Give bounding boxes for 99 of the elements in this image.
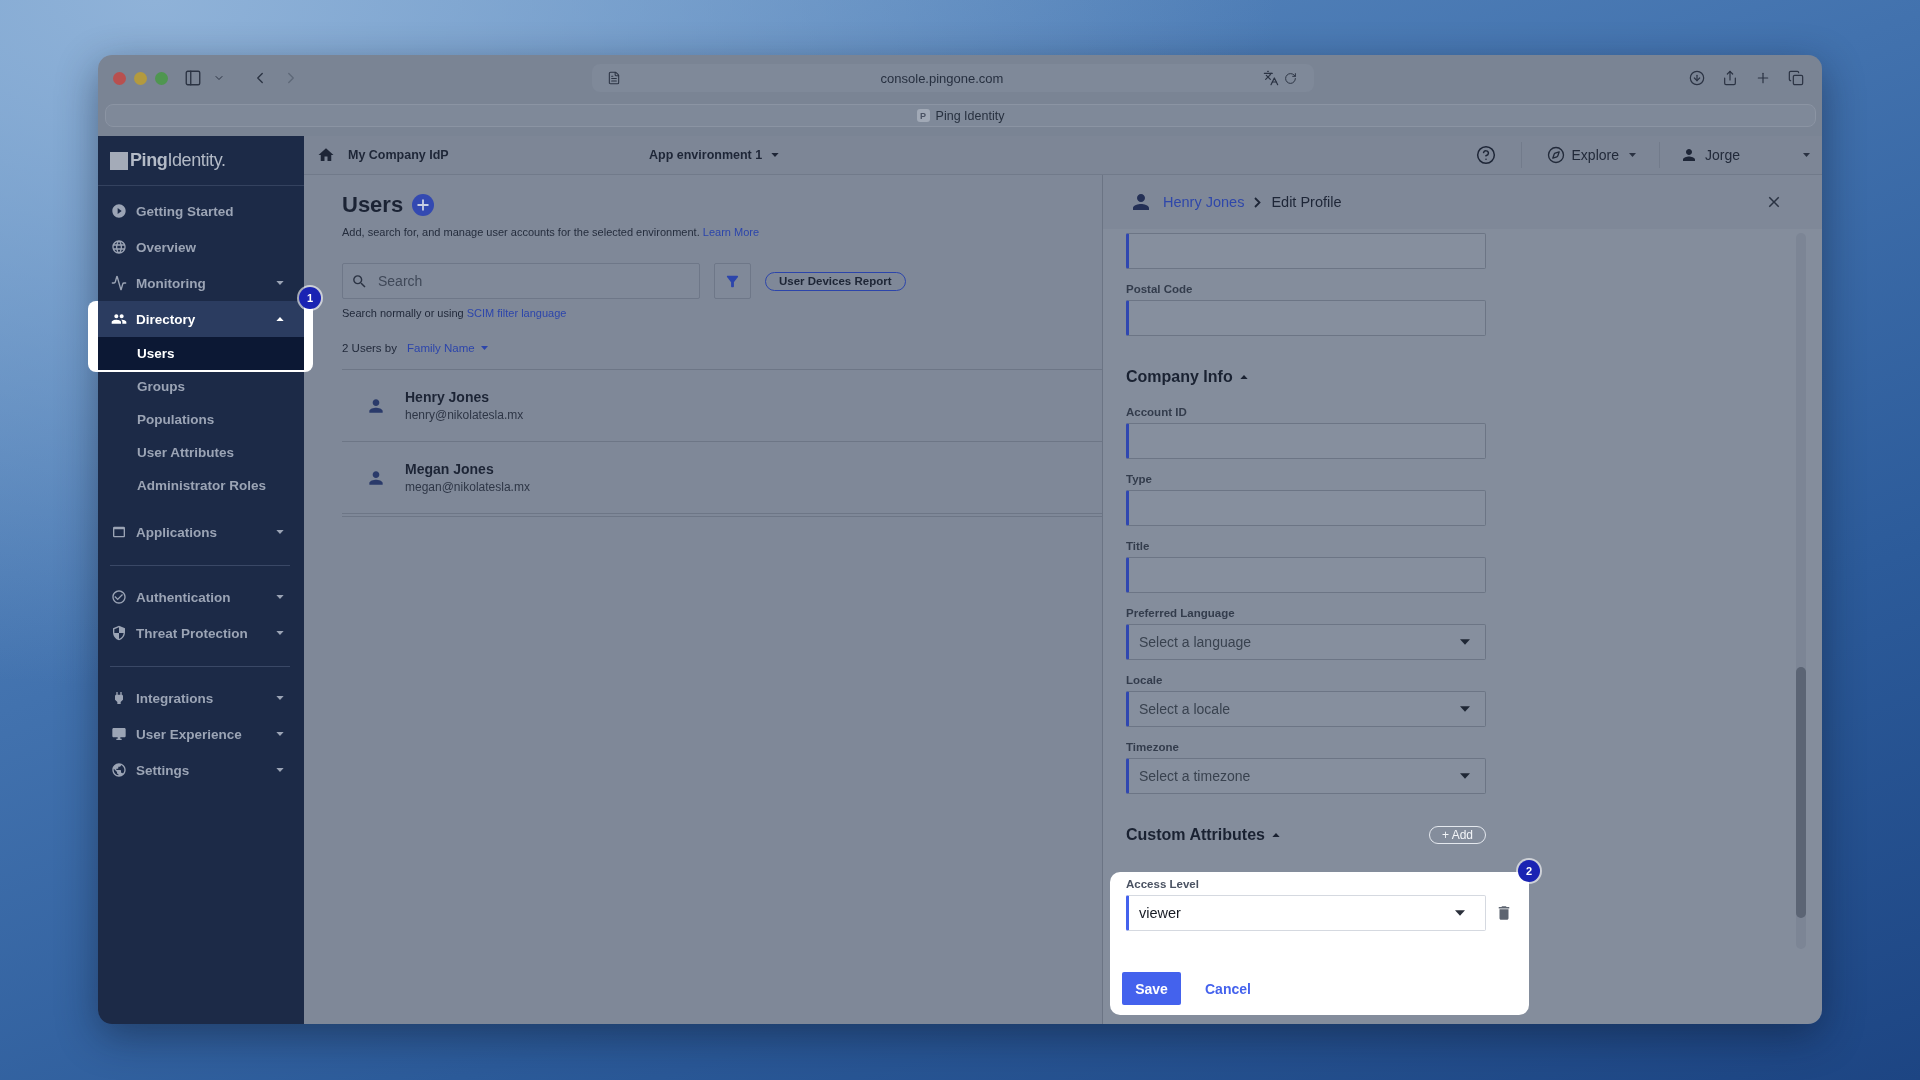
text-field[interactable]: [1126, 423, 1486, 459]
share-icon[interactable]: [1722, 70, 1738, 86]
site-favicon: P: [916, 109, 930, 122]
organization-name: My Company IdP: [348, 148, 449, 162]
nav-item[interactable]: Directory: [98, 301, 304, 337]
caret-down-icon: [1455, 910, 1465, 916]
step-badge: 1: [299, 287, 321, 309]
field-label: Account ID: [1126, 405, 1188, 419]
search-field[interactable]: Search: [342, 263, 700, 299]
field-label: Access Level: [1126, 877, 1200, 891]
page-description: Add, search for, and manage user accounts for the selected environment. Learn More: [342, 225, 761, 239]
field-label: Timezone: [1126, 740, 1180, 754]
plus-icon: [417, 199, 430, 211]
new-tab-icon[interactable]: [1755, 70, 1771, 86]
search-hint: Search normally or using SCIM filter language: [342, 306, 568, 320]
nav-item[interactable]: Integrations: [98, 680, 304, 716]
section-toggle[interactable]: Custom Attributes: [1126, 824, 1280, 846]
nav-item[interactable]: Applications: [98, 514, 304, 550]
page-icon: [607, 71, 621, 85]
caret-down-icon: [771, 153, 780, 157]
browser-tab[interactable]: P Ping Identity: [105, 104, 1816, 127]
field-label: Locale: [1126, 673, 1164, 687]
field-label: Preferred Language: [1126, 606, 1236, 620]
caret-down-icon[interactable]: [276, 696, 284, 700]
search-icon: [351, 272, 368, 290]
nav-item[interactable]: Threat Protection: [98, 615, 304, 651]
address-bar[interactable]: console.pingone.com: [592, 64, 1314, 92]
text-field[interactable]: [1126, 233, 1486, 269]
window-icon: [111, 524, 127, 540]
select-field[interactable]: Select a language: [1126, 624, 1486, 660]
select-field[interactable]: Select a locale: [1126, 691, 1486, 727]
compass-icon: [1546, 146, 1565, 164]
shield-icon: [111, 625, 127, 641]
add-user-button[interactable]: [412, 194, 435, 216]
filter-button[interactable]: [714, 263, 751, 299]
caret-down-icon[interactable]: [276, 281, 284, 285]
field-label: Title: [1126, 539, 1151, 553]
people-icon: [111, 311, 127, 327]
caret-down-icon[interactable]: [276, 732, 284, 736]
nav-subitem[interactable]: Populations: [98, 403, 304, 436]
user-list-item[interactable]: Henry Jones henry@nikolatesla.mx: [342, 370, 1102, 442]
help-icon[interactable]: [1475, 145, 1496, 165]
text-field[interactable]: [1126, 490, 1486, 526]
tabs-icon[interactable]: [1788, 70, 1804, 86]
text-field[interactable]: [1126, 557, 1486, 593]
user-name: Henry Jones: [405, 389, 491, 405]
field-label: Postal Code: [1126, 282, 1194, 296]
save-button[interactable]: Save: [1122, 972, 1181, 1005]
monitor-icon: [111, 726, 127, 742]
field-label: Type: [1126, 472, 1153, 486]
pulse-icon: [111, 275, 127, 291]
caret-down-icon[interactable]: [276, 631, 284, 635]
cancel-button[interactable]: Cancel: [1205, 980, 1251, 997]
text-field[interactable]: [1126, 300, 1486, 336]
step-badge: 2: [1518, 860, 1540, 882]
reload-icon[interactable]: [1284, 71, 1297, 85]
chevron-right-icon: [1254, 196, 1262, 208]
nav-item[interactable]: Overview: [98, 229, 304, 265]
page-title: Users: [342, 192, 404, 218]
caret-down-icon[interactable]: [276, 595, 284, 599]
select-field[interactable]: Select a timezone: [1126, 758, 1486, 794]
translate-icon[interactable]: [1263, 70, 1279, 86]
scrollbar-thumb[interactable]: [1796, 667, 1806, 918]
nav-item[interactable]: Getting Started: [98, 193, 304, 229]
caret-down-icon[interactable]: [276, 530, 284, 534]
nav-subitem[interactable]: Groups: [98, 370, 304, 403]
nav-subitem[interactable]: Users: [98, 337, 304, 370]
nav-item[interactable]: User Experience: [98, 716, 304, 752]
user-count: 2 Users by: [342, 342, 397, 354]
section-toggle[interactable]: Company Info: [1126, 366, 1248, 388]
person-icon: [1680, 146, 1698, 164]
logo-text: PingIdentity.: [130, 150, 226, 171]
sidebar-toggle-icon[interactable]: [184, 69, 202, 87]
explore-menu[interactable]: Explore: [1546, 146, 1636, 164]
caret-up-icon[interactable]: [276, 317, 284, 321]
nav-item[interactable]: Settings: [98, 752, 304, 788]
user-email: henry@nikolatesla.mx: [405, 408, 524, 422]
user-menu[interactable]: Jorge: [1680, 146, 1810, 164]
nav-subitem[interactable]: Administrator Roles: [98, 469, 304, 502]
globe-icon: [111, 239, 127, 255]
user-list-item[interactable]: Megan Jones megan@nikolatesla.mx: [342, 442, 1102, 514]
logo-mark-icon: [110, 151, 128, 170]
download-icon[interactable]: [1689, 70, 1705, 86]
caret-down-icon: [480, 346, 488, 350]
select-field[interactable]: viewer: [1126, 895, 1486, 931]
caret-down-icon: [1803, 153, 1810, 157]
caret-down-icon: [1629, 153, 1636, 157]
home-icon[interactable]: [317, 146, 335, 164]
caret-down-icon: [1460, 706, 1470, 712]
globe-icon: [111, 762, 127, 778]
user-name: Megan Jones: [405, 461, 495, 477]
caret-down-icon[interactable]: [276, 768, 284, 772]
nav-item[interactable]: Authentication: [98, 579, 304, 615]
caret-down-icon: [1460, 639, 1470, 645]
breadcrumb-current: Edit Profile: [1271, 194, 1342, 210]
environment-selector[interactable]: App environment 1: [649, 148, 780, 162]
user-email: megan@nikolatesla.mx: [405, 480, 530, 494]
nav-subitem[interactable]: User Attributes: [98, 436, 304, 469]
caret-down-icon: [1460, 773, 1470, 779]
